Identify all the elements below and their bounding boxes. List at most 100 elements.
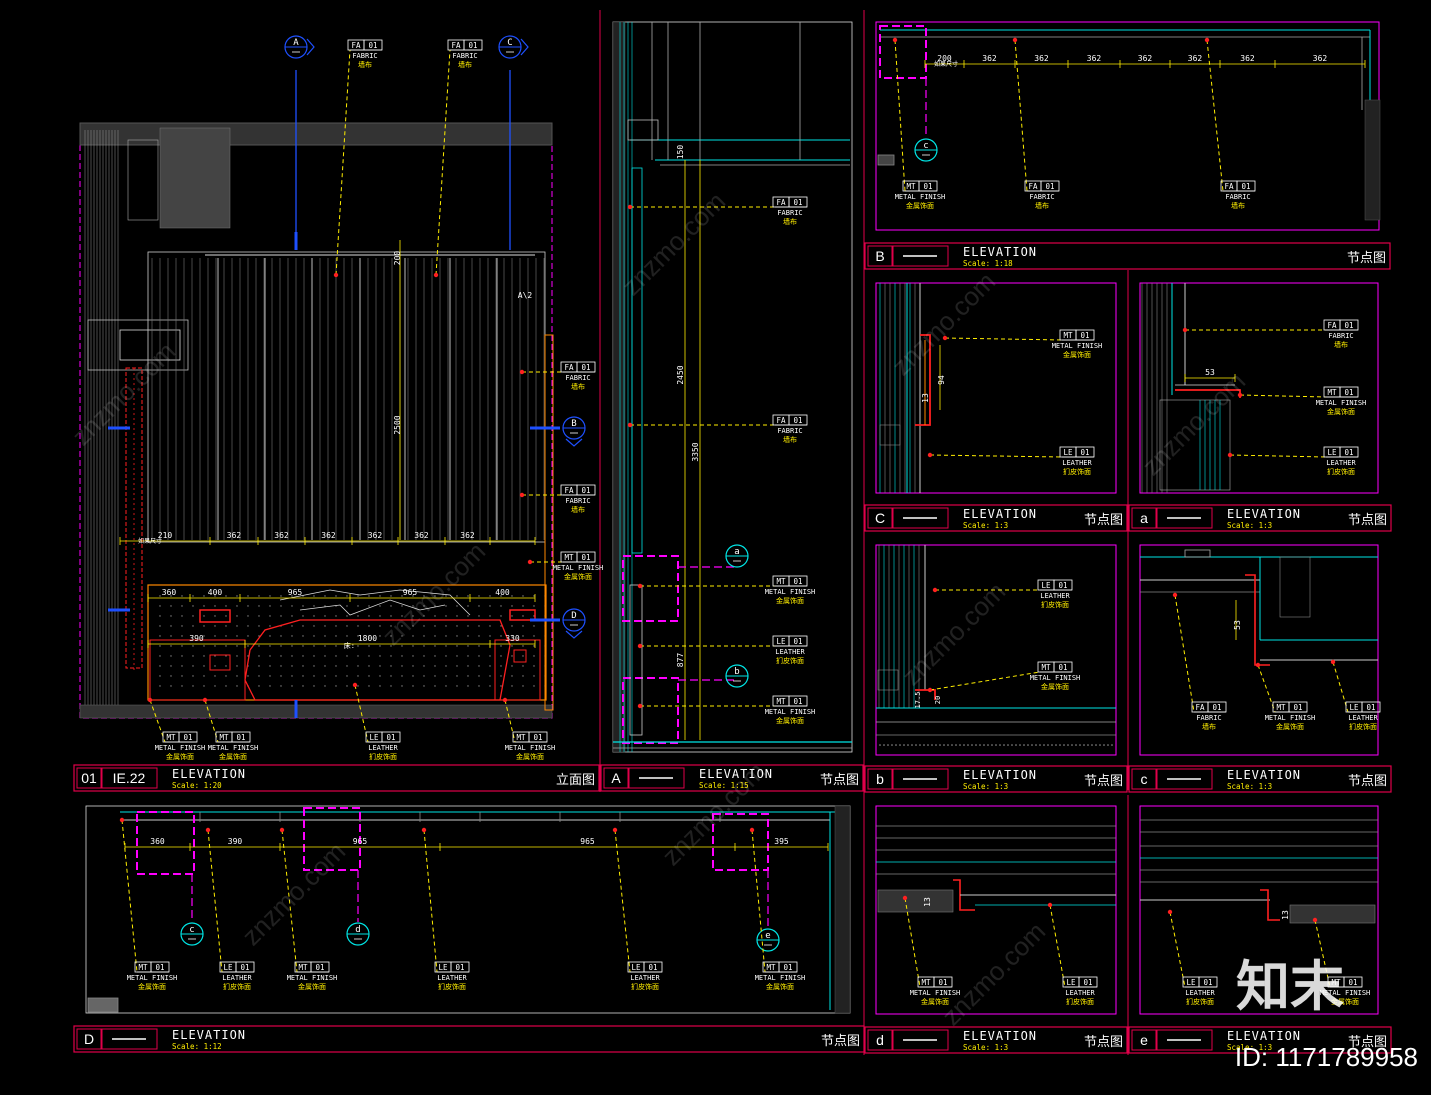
leather-texture-dot xyxy=(522,635,524,637)
tag-material-name: LEATHER xyxy=(775,648,805,656)
leather-texture-dot xyxy=(324,665,326,667)
leather-texture-dot xyxy=(291,635,293,637)
leather-texture-dot xyxy=(379,615,381,617)
title-block-sheet: IE.22 xyxy=(113,770,146,786)
screed-dot xyxy=(991,744,993,746)
leather-texture-dot xyxy=(291,615,293,617)
screed-dot xyxy=(939,744,941,746)
tag-material-name: METAL FINISH xyxy=(1052,342,1103,350)
leather-texture-dot xyxy=(390,595,392,597)
leather-texture-dot xyxy=(511,685,513,687)
leather-texture-dot xyxy=(214,645,216,647)
leather-texture-dot xyxy=(511,645,513,647)
tag-code: FA xyxy=(1224,182,1234,191)
tag-material-name: LEATHER xyxy=(1040,592,1070,600)
tag-code: LE xyxy=(1349,703,1359,712)
leather-texture-dot xyxy=(236,655,238,657)
leather-texture-dot xyxy=(533,665,535,667)
leather-texture-dot xyxy=(159,665,161,667)
tag-material-cn: 扪皮饰面 xyxy=(1066,997,1094,1006)
leader-dot xyxy=(1012,37,1018,43)
leather-texture-dot xyxy=(346,655,348,657)
dimension-value: 362 xyxy=(1240,54,1255,63)
dimension-value: 362 xyxy=(227,531,242,540)
leather-texture-dot xyxy=(500,675,502,677)
tag-code: FA xyxy=(776,198,786,207)
tag-code: FA xyxy=(1327,321,1337,330)
screed-dot xyxy=(1047,744,1049,746)
leather-texture-dot xyxy=(302,625,304,627)
leather-texture-dot xyxy=(291,655,293,657)
leather-texture-dot xyxy=(313,625,315,627)
leather-texture-dot xyxy=(269,665,271,667)
tag-material-name: LEATHER xyxy=(1065,989,1095,997)
leather-texture-dot xyxy=(269,655,271,657)
dimension-value: 2450 xyxy=(676,365,685,384)
leather-texture-dot xyxy=(368,665,370,667)
leather-texture-dot xyxy=(302,645,304,647)
leader-dot xyxy=(202,697,208,703)
tag-code: MT xyxy=(1063,331,1073,340)
leader-dot xyxy=(502,697,508,703)
leader-dot xyxy=(519,492,525,498)
leather-texture-dot xyxy=(302,655,304,657)
screed-dot xyxy=(935,744,937,746)
leather-texture-dot xyxy=(302,605,304,607)
tag-material-name: FABRIC xyxy=(1328,332,1353,340)
leather-texture-dot xyxy=(236,605,238,607)
leather-texture-dot xyxy=(522,625,524,627)
leather-texture-dot xyxy=(192,655,194,657)
leather-texture-dot xyxy=(379,655,381,657)
leader-dot xyxy=(119,817,125,823)
leather-texture-dot xyxy=(445,675,447,677)
leather-texture-dot xyxy=(522,675,524,677)
leather-texture-dot xyxy=(489,685,491,687)
dimension-value: 400 xyxy=(208,588,223,597)
tag-number: 01 xyxy=(1348,978,1357,987)
tag-code: LE xyxy=(631,963,641,972)
title-block-cn: 节点图 xyxy=(821,1034,860,1049)
leader-dot xyxy=(637,583,643,589)
screed-dot xyxy=(1079,744,1081,746)
leather-texture-dot xyxy=(456,595,458,597)
leather-texture-dot xyxy=(478,675,480,677)
leather-texture-dot xyxy=(192,675,194,677)
leather-texture-dot xyxy=(511,665,513,667)
tag-number: 01 xyxy=(155,963,164,972)
leader-dot xyxy=(932,587,938,593)
tag-material-name: METAL FINISH xyxy=(1316,399,1367,407)
marker-letter: C xyxy=(507,38,512,48)
leather-texture-dot xyxy=(445,685,447,687)
tag-code: MT xyxy=(776,697,786,706)
leather-texture-dot xyxy=(192,605,194,607)
leather-texture-dot xyxy=(181,685,183,687)
tag-code: MT xyxy=(1041,663,1051,672)
tag-material-cn: 金属饰面 xyxy=(906,201,934,210)
leather-texture-dot xyxy=(181,595,183,597)
leather-texture-dot xyxy=(324,615,326,617)
screed-dot xyxy=(883,744,885,746)
tag-material-name: FABRIC xyxy=(1225,193,1250,201)
leather-texture-dot xyxy=(489,595,491,597)
marker-letter: A xyxy=(293,38,299,48)
title-block-number: D xyxy=(84,1031,94,1047)
leather-texture-dot xyxy=(181,655,183,657)
leather-texture-dot xyxy=(324,655,326,657)
title-block-cn: 节点图 xyxy=(1348,774,1387,789)
marker-letter: D xyxy=(571,611,576,621)
leather-texture-dot xyxy=(313,675,315,677)
leader-dot xyxy=(612,827,618,833)
title-block-label: ELEVATION xyxy=(963,768,1037,782)
leather-texture-dot xyxy=(313,595,315,597)
screed-dot xyxy=(1107,744,1109,746)
title-block-label: ELEVATION xyxy=(1227,768,1301,782)
tag-number: 01 xyxy=(386,733,395,742)
leather-texture-dot xyxy=(522,655,524,657)
leather-texture-dot xyxy=(214,665,216,667)
dimension-value: 1800 xyxy=(358,634,377,643)
leather-texture-dot xyxy=(522,645,524,647)
tag-material-cn: 金属饰面 xyxy=(1041,682,1069,691)
tag-material-name: LEATHER xyxy=(630,974,660,982)
leather-texture-dot xyxy=(434,685,436,687)
title-block-cn: 立面图 xyxy=(556,773,595,788)
